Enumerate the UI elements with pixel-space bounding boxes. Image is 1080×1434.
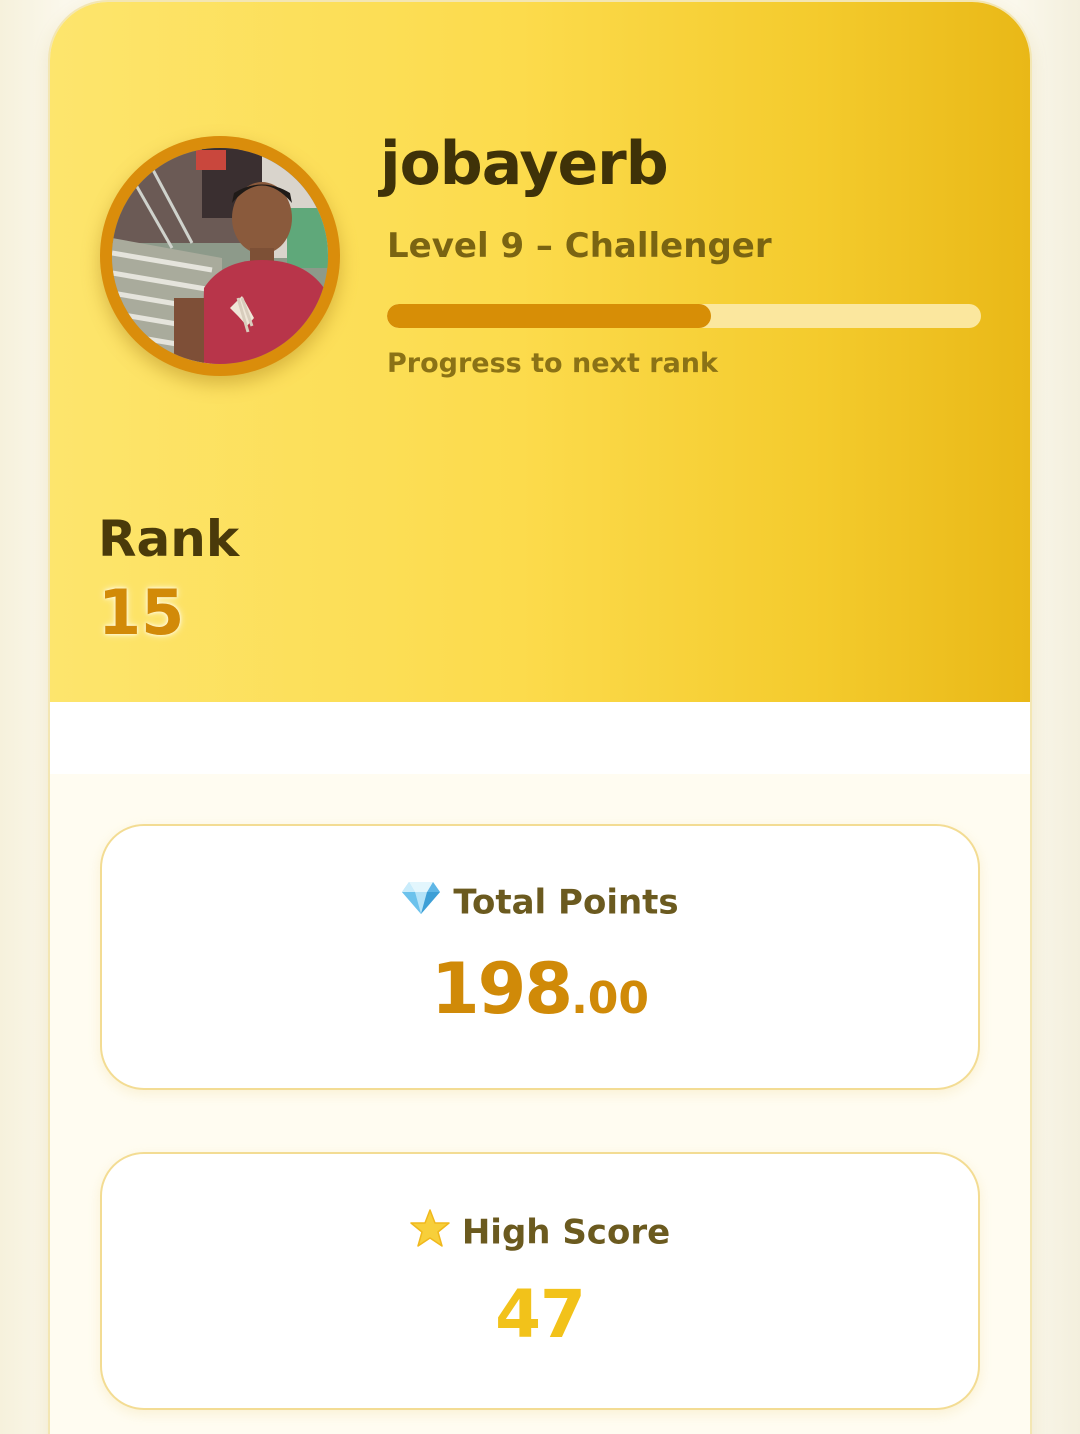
total-points-header: Total Points — [102, 881, 978, 924]
total-points-decimal: .00 — [571, 973, 650, 1024]
level-title: Level 9 – Challenger — [387, 226, 772, 266]
page: jobayerb Level 9 – Challenger Progress t… — [0, 0, 1080, 1434]
high-score-header: High Score — [102, 1209, 978, 1256]
rank-progress-bar — [387, 304, 981, 328]
profile-header: jobayerb Level 9 – Challenger Progress t… — [50, 2, 1030, 702]
high-score-value: 47 — [495, 1276, 586, 1353]
progress-label: Progress to next rank — [387, 348, 718, 379]
rank-label: Rank — [98, 510, 240, 568]
username: jobayerb — [380, 129, 669, 199]
header-divider-band — [50, 702, 1030, 774]
avatar-photo — [112, 148, 328, 364]
high-score-card: High Score 47 — [100, 1152, 980, 1410]
total-points-card: Total Points 198.00 — [100, 824, 980, 1090]
total-points-integer: 198 — [430, 948, 573, 1030]
total-points-label: Total Points — [453, 882, 679, 923]
star-icon — [410, 1209, 450, 1253]
avatar — [112, 148, 328, 364]
avatar-ring[interactable] — [100, 136, 340, 376]
profile-card: jobayerb Level 9 – Challenger Progress t… — [50, 2, 1030, 1434]
diamond-icon — [401, 881, 441, 921]
rank-progress-fill — [387, 304, 711, 328]
total-points-value: 198.00 — [102, 954, 978, 1024]
rank-value: 15 — [98, 576, 185, 649]
high-score-label: High Score — [461, 1212, 671, 1253]
